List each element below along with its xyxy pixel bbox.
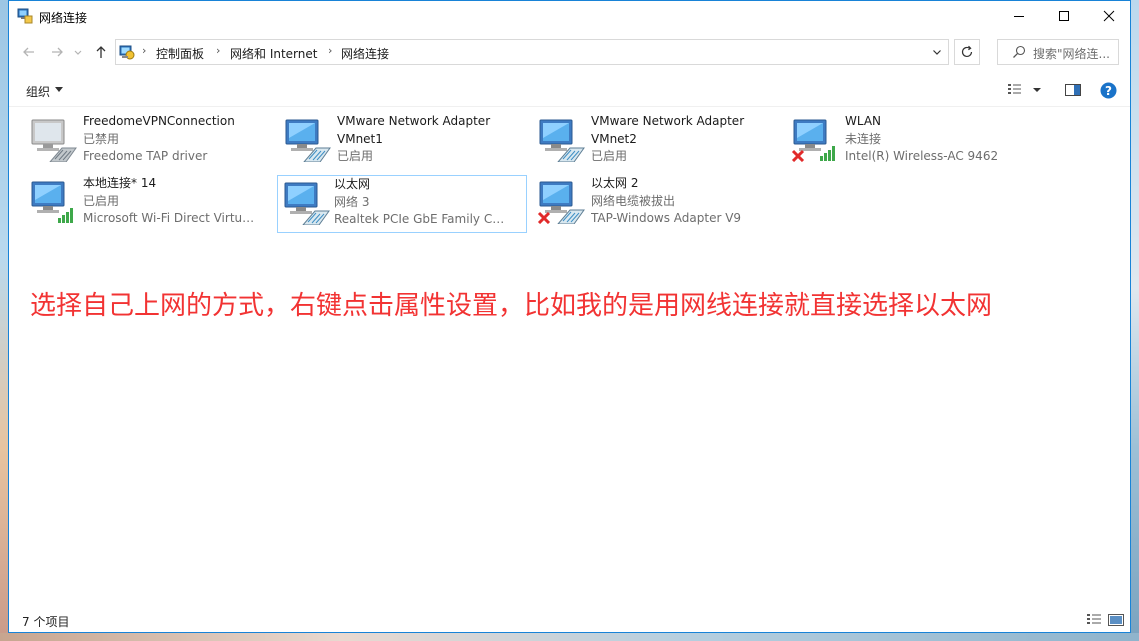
list-item-ethernet-2[interactable]: 以太网 2 网络电缆被拔出 TAP-Windows Adapter V9 [521, 172, 771, 228]
breadcrumb-separator[interactable]: › [216, 44, 220, 57]
address-bar[interactable]: › 控制面板 › 网络和 Internet › 网络连接 [115, 39, 949, 65]
list-item-vmnet2[interactable]: VMware Network Adapter VMnet2 已启用 [521, 110, 771, 166]
explorer-window: 网络连接 › 控制面板 › 网络和 Internet › 网络连接 搜索"网络连… [8, 0, 1131, 633]
list-item-freedome-vpn[interactable]: FreedomeVPNConnection 已禁用 Freedome TAP d… [13, 110, 263, 166]
connection-name: 以太网 2 [591, 176, 639, 190]
search-icon [1013, 45, 1026, 58]
connection-name-line2: VMnet1 [337, 131, 383, 146]
up-button[interactable] [92, 43, 110, 61]
desktop-wallpaper-bottom [0, 633, 1139, 641]
help-button[interactable]: ? [1099, 81, 1117, 99]
network-connections-app-icon [17, 8, 33, 24]
recent-locations-button[interactable] [72, 43, 84, 61]
connection-name-line2: VMnet2 [591, 131, 637, 146]
command-bar: 组织 ? [9, 73, 1130, 107]
item-count: 7 个项目 [22, 615, 70, 629]
title-bar[interactable]: 网络连接 [9, 1, 1130, 31]
control-panel-icon [119, 45, 135, 60]
connection-status: 网络 3 [334, 194, 370, 209]
status-bar: 7 个项目 [9, 606, 1130, 632]
window-title: 网络连接 [39, 11, 88, 25]
connection-device: TAP-Windows Adapter V9 [591, 211, 742, 225]
network-adapter-icon [539, 119, 585, 162]
breadcrumb-network-internet[interactable]: 网络和 Internet [230, 45, 317, 62]
connection-status: 已启用 [591, 149, 628, 163]
refresh-button[interactable] [954, 39, 980, 65]
connection-device: Realtek PCIe GbE Family Contr... [334, 212, 510, 226]
connection-status: 已启用 [83, 193, 120, 208]
search-placeholder: 搜索"网络连... [1033, 47, 1110, 61]
close-icon [1103, 10, 1115, 22]
connection-device: Microsoft Wi-Fi Direct Virtual ... [83, 211, 259, 225]
wireless-adapter-icon [31, 181, 73, 223]
connection-name: WLAN [845, 114, 882, 128]
connection-status: 网络电缆被拔出 [591, 193, 676, 208]
forward-button[interactable] [48, 43, 66, 61]
search-box[interactable]: 搜索"网络连... [997, 39, 1119, 65]
address-history-dropdown[interactable] [930, 45, 944, 59]
connection-name-line1: VMware Network Adapter [337, 114, 491, 128]
network-adapter-icon [284, 182, 330, 225]
minimize-button[interactable] [996, 1, 1042, 31]
change-view-button[interactable] [1007, 81, 1043, 99]
wireless-adapter-disconnected-icon [791, 119, 835, 162]
connections-list: FreedomeVPNConnection 已禁用 Freedome TAP d… [9, 107, 1130, 597]
preview-pane-button[interactable] [1064, 81, 1082, 99]
list-item-vmnet1[interactable]: VMware Network Adapter VMnet1 已启用 [267, 110, 517, 166]
navigation-bar: › 控制面板 › 网络和 Internet › 网络连接 搜索"网络连... [9, 35, 1130, 69]
chevron-down-icon [74, 50, 82, 55]
preview-pane-icon [1065, 84, 1081, 96]
chevron-down-icon [1033, 88, 1041, 92]
connection-status: 已启用 [337, 149, 374, 163]
minimize-icon [1014, 16, 1024, 17]
list-item-ethernet[interactable]: 以太网 网络 3 Realtek PCIe GbE Family Contr..… [277, 175, 527, 233]
connection-device: Freedome TAP driver [83, 149, 208, 163]
connection-name: 以太网 [334, 177, 371, 191]
connection-device: Intel(R) Wireless-AC 9462 [845, 149, 999, 163]
connection-name-line1: VMware Network Adapter [591, 114, 745, 128]
up-arrow-icon [96, 46, 106, 58]
list-item-wlan[interactable]: WLAN 未连接 Intel(R) Wireless-AC 9462 [775, 110, 1025, 166]
help-icon: ? [1100, 82, 1116, 98]
desktop-wallpaper-right [1131, 0, 1139, 641]
list-item-local-connection-14[interactable]: 本地连接* 14 已启用 Microsoft Wi-Fi Direct Virt… [13, 172, 263, 228]
maximize-button[interactable] [1041, 1, 1087, 31]
details-view-toggle-icon[interactable] [1086, 613, 1102, 627]
network-adapter-cable-unplugged-icon [537, 181, 585, 224]
instruction-annotation: 选择自己上网的方式，右键点击属性设置，比如我的是用网线连接就直接选择以太网 [30, 291, 993, 321]
network-adapter-disabled-icon [31, 119, 77, 162]
desktop-wallpaper-left [0, 0, 8, 641]
close-button[interactable] [1086, 1, 1132, 31]
breadcrumb-separator[interactable]: › [142, 44, 146, 57]
maximize-icon [1059, 11, 1069, 21]
network-adapter-icon [285, 119, 331, 162]
breadcrumb-network-connections[interactable]: 网络连接 [341, 45, 389, 62]
connection-status: 未连接 [845, 131, 882, 146]
chevron-down-icon [933, 50, 941, 55]
large-icons-view-toggle-icon[interactable] [1108, 613, 1124, 627]
connection-name: 本地连接* 14 [83, 176, 157, 190]
back-arrow-icon [23, 47, 34, 57]
back-button[interactable] [20, 43, 38, 61]
breadcrumb-control-panel[interactable]: 控制面板 [156, 45, 204, 62]
breadcrumb-separator[interactable]: › [328, 44, 332, 57]
forward-arrow-icon [52, 47, 63, 57]
refresh-icon [961, 45, 973, 58]
details-view-icon [1008, 84, 1021, 94]
organize-menu-button[interactable]: 组织 [26, 83, 50, 100]
chevron-down-icon [55, 87, 63, 92]
svg-text:?: ? [1105, 84, 1112, 98]
connection-status: 已禁用 [83, 131, 120, 146]
connection-name: FreedomeVPNConnection [83, 114, 235, 128]
